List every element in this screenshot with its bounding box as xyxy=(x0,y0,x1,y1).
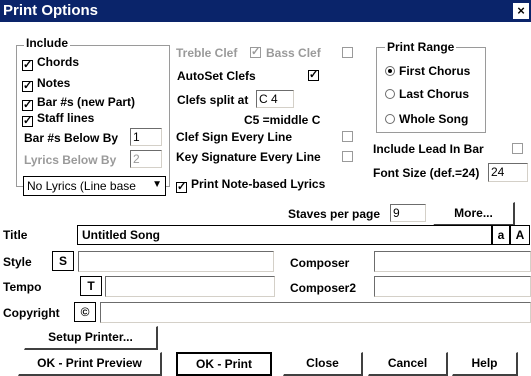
staff-lines-check-icon: ✓ xyxy=(22,115,33,127)
composer-input[interactable] xyxy=(374,251,531,272)
style-button[interactable]: S xyxy=(52,251,74,271)
close-button[interactable]: Close xyxy=(283,352,363,376)
more-button[interactable]: More... xyxy=(433,202,515,226)
print-range-label: Print Range xyxy=(385,40,457,54)
c5-note: C5 =middle C xyxy=(244,113,321,127)
font-size-input[interactable]: 24 xyxy=(488,163,528,182)
lead-in-bar-checkbox[interactable] xyxy=(512,143,523,154)
title-bar: Print Options × xyxy=(0,0,531,22)
setup-printer-button[interactable]: Setup Printer... xyxy=(24,326,158,350)
copyright-input[interactable] xyxy=(100,302,531,323)
clefs-split-input[interactable]: C 4 xyxy=(256,90,294,108)
radio-first-chorus[interactable]: First Chorus xyxy=(385,64,470,78)
ok-print-preview-button[interactable]: OK - Print Preview xyxy=(18,352,162,376)
autoset-clefs-label: AutoSet Clefs xyxy=(177,69,256,83)
tempo-button[interactable]: T xyxy=(80,276,102,296)
staves-per-page-label: Staves per page xyxy=(288,207,381,221)
style-label: Style xyxy=(3,255,32,269)
radio-icon xyxy=(385,89,395,99)
chevron-down-icon[interactable]: ▼ xyxy=(152,179,162,190)
print-note-lyrics-check-icon: ✓ xyxy=(176,181,187,193)
treble-clef-checkbox[interactable]: ✓ xyxy=(250,47,261,58)
tempo-input[interactable] xyxy=(105,276,275,297)
clef-sign-label: Clef Sign Every Line xyxy=(176,130,293,144)
lyrics-below-input[interactable]: 2 xyxy=(130,150,162,168)
print-note-lyrics-checkbox[interactable]: ✓ Print Note-based Lyrics xyxy=(176,177,325,193)
composer-label: Composer xyxy=(290,256,350,270)
bass-clef-checkbox[interactable] xyxy=(342,47,353,58)
lead-in-bar-label: Include Lead In Bar xyxy=(373,142,484,156)
copyright-label: Copyright xyxy=(3,306,60,320)
title-large-a-button[interactable]: A xyxy=(510,225,530,245)
bass-clef-label: Bass Clef xyxy=(266,46,321,60)
notes-check-icon: ✓ xyxy=(22,80,33,92)
close-icon[interactable]: × xyxy=(513,3,529,19)
bar-nums-below-label: Bar #s Below By xyxy=(24,131,119,145)
notes-checkbox[interactable]: ✓ Notes xyxy=(22,76,70,92)
composer2-label: Composer2 xyxy=(290,281,357,295)
cancel-button[interactable]: Cancel xyxy=(368,352,448,376)
bar-nums-checkbox[interactable]: ✓ Bar #s (new Part) xyxy=(22,95,135,111)
ok-print-button[interactable]: OK - Print xyxy=(176,352,272,376)
clefs-split-label: Clefs split at xyxy=(177,93,249,107)
include-group-label: Include xyxy=(24,36,71,50)
radio-whole-song[interactable]: Whole Song xyxy=(385,112,468,126)
help-button[interactable]: Help xyxy=(452,352,518,376)
radio-selected-icon xyxy=(385,66,395,76)
font-size-label: Font Size (def.=24) xyxy=(373,166,480,180)
chords-checkbox[interactable]: ✓ Chords xyxy=(22,55,79,71)
autoset-clefs-checkbox[interactable]: ✓ xyxy=(308,70,319,81)
tempo-label: Tempo xyxy=(3,280,42,294)
bar-nums-check-icon: ✓ xyxy=(22,99,33,111)
bar-nums-below-input[interactable]: 1 xyxy=(130,128,162,146)
radio-last-chorus[interactable]: Last Chorus xyxy=(385,87,469,101)
staff-lines-checkbox[interactable]: ✓ Staff lines xyxy=(22,111,94,127)
staves-per-page-input[interactable]: 9 xyxy=(390,204,426,222)
title-small-a-button[interactable]: a xyxy=(492,225,510,245)
lyrics-below-label: Lyrics Below By xyxy=(24,153,117,167)
title-label: Title xyxy=(3,228,28,242)
key-sig-label: Key Signature Every Line xyxy=(176,150,321,164)
chords-check-icon: ✓ xyxy=(22,59,33,71)
key-sig-checkbox[interactable] xyxy=(342,151,353,162)
lyrics-mode-select[interactable]: No Lyrics (Line base ▼ xyxy=(23,176,166,196)
radio-icon xyxy=(385,114,395,124)
window-title: Print Options xyxy=(3,2,98,19)
treble-clef-label: Treble Clef xyxy=(176,46,238,60)
title-input[interactable]: Untitled Song xyxy=(77,225,492,245)
clef-sign-checkbox[interactable] xyxy=(342,131,353,142)
style-input[interactable] xyxy=(78,251,274,272)
copyright-button[interactable]: © xyxy=(74,302,96,322)
composer2-input[interactable] xyxy=(374,276,531,297)
